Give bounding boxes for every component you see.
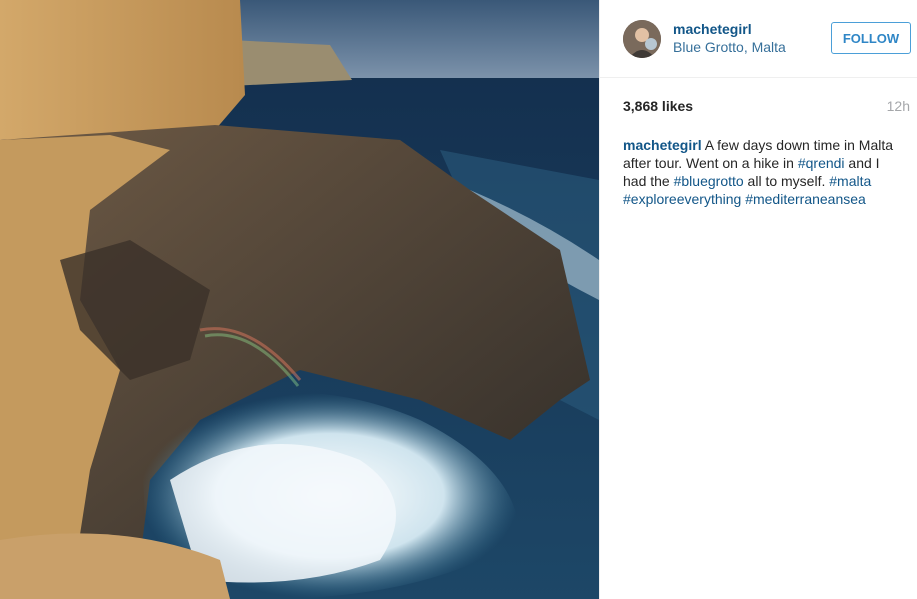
hashtag-malta[interactable]: #malta xyxy=(829,173,871,189)
location-link[interactable]: Blue Grotto, Malta xyxy=(673,39,786,55)
likes-count[interactable]: 3,868 likes xyxy=(623,98,693,114)
avatar[interactable] xyxy=(623,20,661,58)
post-timestamp[interactable]: 12h xyxy=(887,98,910,114)
caption-username[interactable]: machetegirl xyxy=(623,137,702,153)
user-avatar-icon xyxy=(623,20,661,58)
post-sidebar: machetegirl Blue Grotto, Malta FOLLOW 3,… xyxy=(599,0,917,599)
post-photo[interactable] xyxy=(0,0,599,599)
hashtag-bluegrotto[interactable]: #bluegrotto xyxy=(674,173,744,189)
coastal-cliff-photo xyxy=(0,0,599,599)
follow-button[interactable]: FOLLOW xyxy=(831,22,911,54)
hashtag-exploreeverything[interactable]: #exploreeverything xyxy=(623,191,741,207)
username-link[interactable]: machetegirl xyxy=(673,21,752,37)
hashtag-qrendi[interactable]: #qrendi xyxy=(798,155,845,171)
instagram-post: machetegirl Blue Grotto, Malta FOLLOW 3,… xyxy=(0,0,917,599)
post-header: machetegirl Blue Grotto, Malta FOLLOW xyxy=(600,0,917,78)
post-caption: machetegirl A few days down time in Malt… xyxy=(623,136,895,208)
caption-text: all to myself. xyxy=(743,173,830,189)
hashtag-mediterraneansea[interactable]: #mediterraneansea xyxy=(745,191,866,207)
